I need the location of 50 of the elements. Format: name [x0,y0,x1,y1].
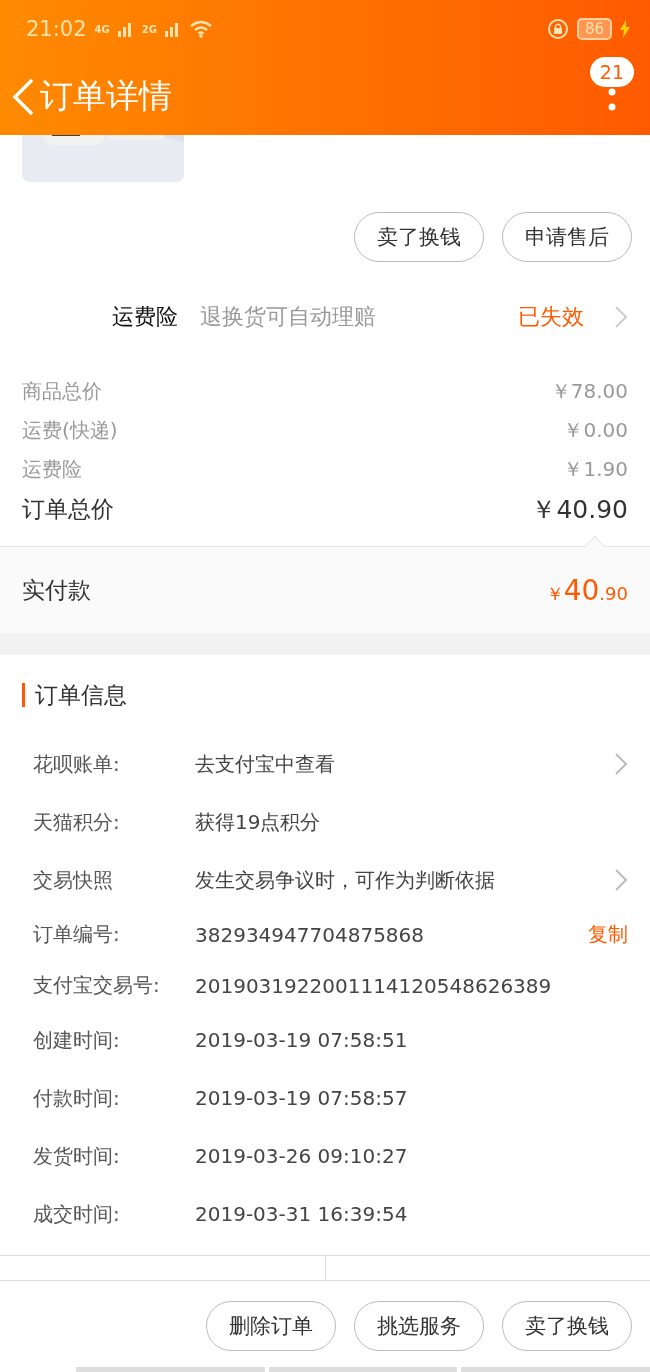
info-value: 2019-03-19 07:58:51 [195,1028,408,1052]
more-icon[interactable] [607,86,616,113]
network-label: 2G [141,23,157,35]
total-label: 订单总价 [22,494,114,524]
info-label: 付款时间: [33,1084,121,1112]
price-label: 运费(快递) [22,417,118,444]
status-time: 21:02 [26,17,87,41]
action-button[interactable]: 申请售后 [502,212,632,262]
info-label: 发货时间: [33,1142,121,1170]
info-value: 获得19点积分 [195,808,321,836]
network-label: 4G [94,23,110,35]
info-value: 2019031922001114120548626389 [195,973,552,998]
info-label: 花呗账单: [33,750,121,778]
lock-rotation-icon [546,18,569,40]
price-label: 商品总价 [22,378,102,405]
info-label: 成交时间: [33,1200,121,1228]
info-label: 创建时间: [33,1026,121,1054]
price-value: ￥78.00 [550,378,628,405]
action-button[interactable]: 删除订单 [206,1301,336,1351]
page-title: 订单详情 [40,75,172,117]
info-label: 订单编号: [33,921,121,948]
wifi-icon [188,20,213,38]
insurance-title: 运费险 [112,303,178,331]
action-button[interactable]: 卖了换钱 [354,212,484,262]
signal-icon [164,21,181,37]
paid-label: 实付款 [22,575,91,605]
info-value[interactable]: 发生交易争议时，可作为判断依据 [195,866,495,894]
info-value: 382934947704875868 [195,922,425,947]
battery-level: 86 [576,18,612,40]
info-value: 2019-03-31 16:39:54 [195,1202,408,1226]
insurance-description: 退换货可自动理赔 [200,303,376,331]
info-value: 2019-03-26 09:10:27 [195,1144,408,1168]
price-value: ￥1.90 [563,456,628,483]
section-title: 订单信息 [35,680,127,710]
price-label: 运费险 [22,456,82,483]
signal-icon [117,21,134,37]
charging-icon [620,20,630,38]
total-value: ￥40.90 [531,493,628,526]
price-value: ￥0.00 [563,417,628,444]
info-label: 天猫积分: [33,808,121,836]
info-label: 支付宝交易号: [33,972,161,999]
chevron-icon [614,305,628,329]
action-button[interactable]: 卖了换钱 [502,1301,632,1351]
info-value[interactable]: 去支付宝中查看 [195,750,335,778]
paid-amount: ￥40.90 [545,573,628,607]
action-button[interactable]: 挑选服务 [354,1301,484,1351]
message-count-badge: 21 [589,56,634,87]
info-label: 交易快照 [33,866,114,894]
back-icon[interactable] [10,76,36,117]
info-value: 2019-03-19 07:58:57 [195,1086,408,1110]
